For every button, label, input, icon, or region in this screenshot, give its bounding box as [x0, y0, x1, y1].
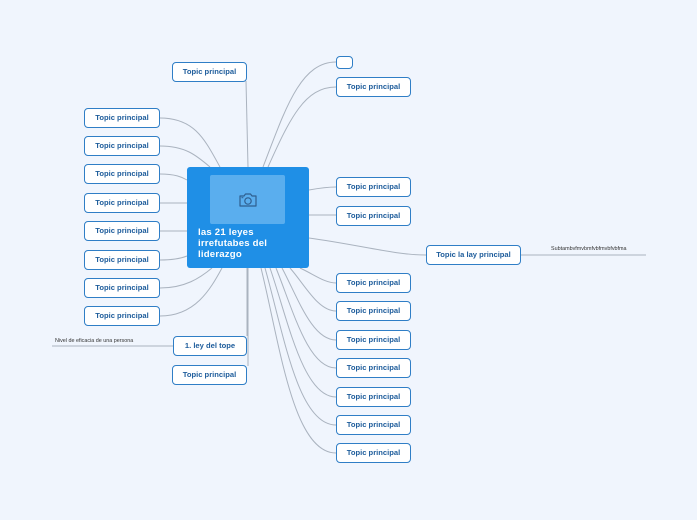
subtopic-nivel-de-eficacia[interactable]: Nivel de eficacia de una persona — [55, 338, 133, 344]
topic-left-bottom[interactable]: Topic principal — [172, 365, 247, 385]
topic-ley-del-tope[interactable]: 1. ley del tope — [173, 336, 247, 356]
image-placeholder[interactable] — [210, 175, 285, 224]
topic-left-top[interactable]: Topic principal — [172, 62, 247, 82]
topic-right-9[interactable]: Topic principal — [336, 415, 411, 435]
topic-right-8[interactable]: Topic principal — [336, 387, 411, 407]
topic-left-3[interactable]: Topic principal — [84, 164, 160, 184]
topic-right-4[interactable]: Topic principal — [336, 273, 411, 293]
topic-right-1[interactable]: Topic principal — [336, 77, 411, 97]
subtopic-lay[interactable]: Subtambvfmvbmfvbfmvbfvbfma — [551, 246, 627, 252]
central-topic[interactable]: las 21 leyes irrefutabes del liderazgo — [187, 167, 309, 268]
topic-right-5[interactable]: Topic principal — [336, 301, 411, 321]
topic-left-4[interactable]: Topic principal — [84, 193, 160, 213]
topic-la-lay-principal[interactable]: Topic la lay principal — [426, 245, 521, 265]
topic-right-7[interactable]: Topic principal — [336, 358, 411, 378]
topic-left-6[interactable]: Topic principal — [84, 250, 160, 270]
topic-left-1[interactable]: Topic principal — [84, 108, 160, 128]
topic-empty[interactable] — [336, 56, 353, 69]
topic-right-6[interactable]: Topic principal — [336, 330, 411, 350]
topic-right-3[interactable]: Topic principal — [336, 206, 411, 226]
topic-left-2[interactable]: Topic principal — [84, 136, 160, 156]
central-topic-title: las 21 leyes irrefutabes del liderazgo — [198, 227, 268, 260]
topic-right-10[interactable]: Topic principal — [336, 443, 411, 463]
camera-icon — [238, 192, 257, 207]
topic-left-7[interactable]: Topic principal — [84, 278, 160, 298]
topic-left-8[interactable]: Topic principal — [84, 306, 160, 326]
topic-left-5[interactable]: Topic principal — [84, 221, 160, 241]
topic-right-2[interactable]: Topic principal — [336, 177, 411, 197]
